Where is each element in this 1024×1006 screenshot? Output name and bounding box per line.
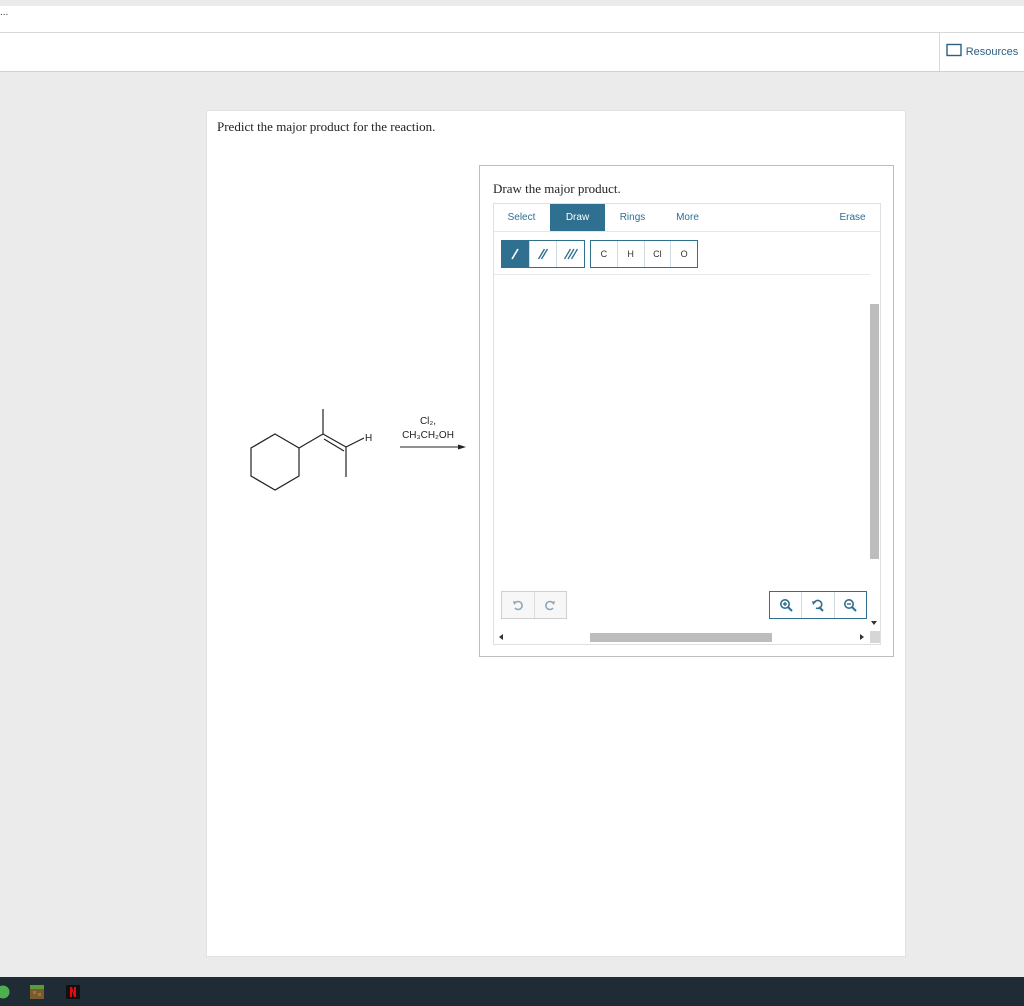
app-icon-minecraft[interactable] (30, 985, 44, 999)
reagent-line-1: Cl₂, (420, 416, 436, 427)
resources-label: Resources (965, 46, 1019, 58)
atom-cl-button[interactable]: Cl (645, 241, 672, 267)
top-bar (0, 6, 1024, 33)
question-text: Predict the major product for the reacti… (217, 119, 436, 134)
tab-erase[interactable]: Erase (825, 204, 880, 231)
sketcher-title: Draw the major product. (493, 181, 621, 196)
reagent-line-2: CH₃CH₂OH (402, 430, 454, 441)
resources-button[interactable]: Resources (939, 33, 1024, 71)
header-bar (0, 33, 1024, 72)
top-ellipsis: ... (0, 7, 9, 18)
reaction-scheme: H Cl₂, CH₃CH₂OH (240, 400, 480, 500)
redo-icon[interactable] (535, 592, 567, 618)
single-bond-icon[interactable] (502, 241, 530, 267)
undo-icon[interactable] (502, 592, 535, 618)
atom-tool-group: C H Cl O (590, 240, 698, 268)
tab-more[interactable]: More (660, 204, 715, 231)
zoom-out-icon[interactable] (835, 592, 866, 618)
scroll-left-arrow-icon[interactable] (499, 634, 503, 640)
atom-o-button[interactable]: O (671, 241, 697, 267)
structure-sketcher: Draw the major product. Select Draw Ring… (479, 165, 894, 657)
sketcher-tabs: Select Draw Rings More Erase (494, 204, 880, 232)
book-icon (946, 43, 962, 62)
reaction-arrow (400, 444, 466, 450)
atom-c-button[interactable]: C (591, 241, 618, 267)
zoom-in-icon[interactable] (770, 592, 803, 618)
atom-h-button[interactable]: H (618, 241, 645, 267)
tab-rings[interactable]: Rings (605, 204, 660, 231)
scrollbar-corner (870, 631, 880, 643)
reactant-structure (250, 409, 365, 491)
app-icon-green[interactable] (0, 985, 10, 999)
substituent-h: H (365, 433, 372, 444)
scroll-right-arrow-icon[interactable] (860, 634, 864, 640)
zoom-reset-icon[interactable] (802, 592, 835, 618)
drawing-canvas[interactable] (494, 275, 868, 631)
history-tool-group (501, 591, 567, 619)
horizontal-scroll-thumb[interactable] (590, 633, 772, 642)
triple-bond-icon[interactable] (557, 241, 584, 267)
double-bond-icon[interactable] (530, 241, 558, 267)
scroll-down-arrow-icon[interactable] (871, 621, 877, 625)
draw-toolbar: C H Cl O (494, 232, 880, 275)
app-icon-netflix[interactable] (66, 985, 80, 999)
zoom-tool-group (769, 591, 867, 619)
tab-draw[interactable]: Draw (550, 204, 605, 231)
taskbar (0, 977, 1024, 1006)
bond-tool-group (501, 240, 585, 268)
tab-select[interactable]: Select (494, 204, 549, 231)
vertical-scroll-thumb[interactable] (870, 304, 879, 559)
sketcher-frame: Select Draw Rings More Erase C H Cl O (493, 203, 881, 645)
